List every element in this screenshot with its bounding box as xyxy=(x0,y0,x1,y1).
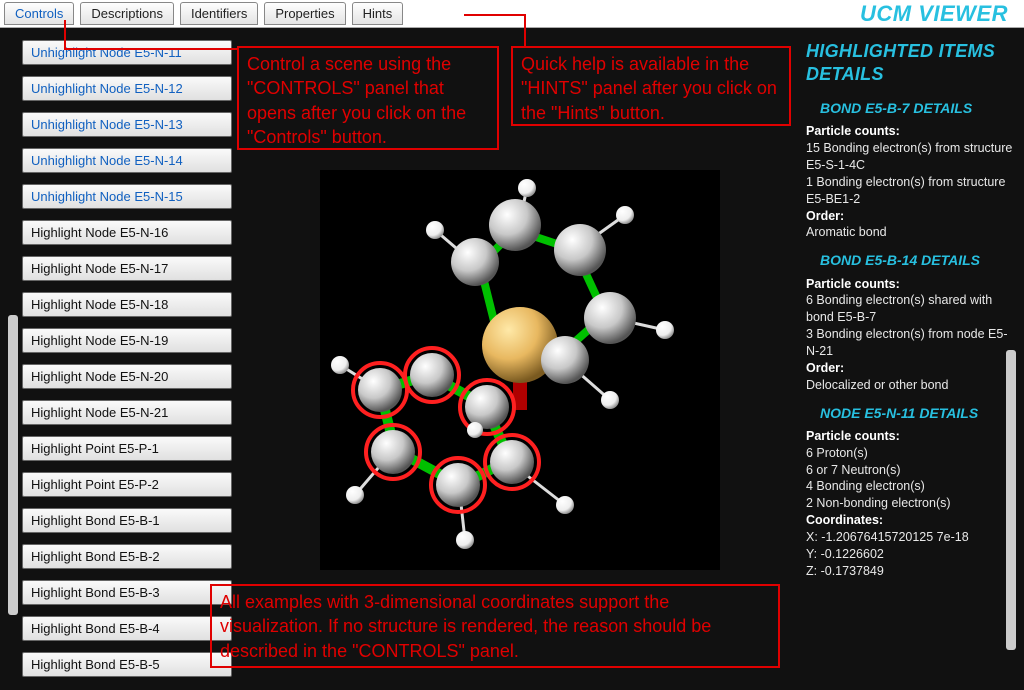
detail-block-bond7: Particle counts: 15 Bonding electron(s) … xyxy=(806,123,1016,241)
highlight-button[interactable]: Highlight Bond E5-B-3 xyxy=(22,580,232,605)
callout-line xyxy=(524,14,526,48)
tab-hints[interactable]: Hints xyxy=(352,2,404,25)
section-head-bond7: BOND E5-B-7 DETAILS xyxy=(806,99,1016,117)
callout-hints: Quick help is available in the "HINTS" p… xyxy=(511,46,791,126)
highlight-button[interactable]: Highlight Node E5-N-21 xyxy=(22,400,232,425)
app-title: UCM VIEWER xyxy=(860,1,1020,27)
highlight-button[interactable]: Highlight Node E5-N-20 xyxy=(22,364,232,389)
highlight-button[interactable]: Highlight Bond E5-B-2 xyxy=(22,544,232,569)
highlight-button[interactable]: Highlight Point E5-P-2 xyxy=(22,472,232,497)
highlight-button[interactable]: Unhighlight Node E5-N-13 xyxy=(22,112,232,137)
callout-line xyxy=(64,20,66,50)
highlight-button[interactable]: Highlight Node E5-N-17 xyxy=(22,256,232,281)
highlight-button[interactable]: Highlight Bond E5-B-1 xyxy=(22,508,232,533)
highlight-button[interactable]: Highlight Node E5-N-16 xyxy=(22,220,232,245)
highlight-button[interactable]: Highlight Bond E5-B-4 xyxy=(22,616,232,641)
section-head-node11: NODE E5-N-11 DETAILS xyxy=(806,404,1016,422)
section-head-bond14: BOND E5-B-14 DETAILS xyxy=(806,251,1016,269)
detail-block-bond14: Particle counts: 6 Bonding electron(s) s… xyxy=(806,276,1016,394)
details-title: HIGHLIGHTED ITEMS DETAILS xyxy=(806,40,1016,85)
highlight-button[interactable]: Unhighlight Node E5-N-12 xyxy=(22,76,232,101)
molecule-viewport[interactable] xyxy=(320,170,720,570)
highlight-button[interactable]: Unhighlight Node E5-N-15 xyxy=(22,184,232,209)
right-scrollbar[interactable] xyxy=(1006,350,1016,650)
left-panel: Unhighlight Node E5-N-11 Unhighlight Node… xyxy=(8,40,234,690)
highlight-button[interactable]: Highlight Point E5-P-1 xyxy=(22,436,232,461)
highlight-button[interactable]: Unhighlight Node E5-N-11 xyxy=(22,40,232,65)
highlight-button[interactable]: Unhighlight Node E5-N-14 xyxy=(22,148,232,173)
callout-line xyxy=(464,14,526,16)
highlight-button[interactable]: Highlight Node E5-N-19 xyxy=(22,328,232,353)
tab-identifiers[interactable]: Identifiers xyxy=(180,2,258,25)
highlight-button[interactable]: Highlight Bond E5-B-5 xyxy=(22,652,232,677)
highlight-button[interactable]: Highlight Node E5-N-18 xyxy=(22,292,232,317)
tab-properties[interactable]: Properties xyxy=(264,2,345,25)
tab-descriptions[interactable]: Descriptions xyxy=(80,2,174,25)
callout-controls: Control a scene using the "CONTROLS" pan… xyxy=(237,46,499,150)
left-scrollbar[interactable] xyxy=(8,315,18,615)
details-panel: HIGHLIGHTED ITEMS DETAILS BOND E5-B-7 DE… xyxy=(806,40,1016,690)
node-list: Unhighlight Node E5-N-11 Unhighlight Node… xyxy=(22,40,232,677)
callout-line xyxy=(64,48,238,50)
detail-block-node11: Particle counts: 6 Proton(s) 6 or 7 Neut… xyxy=(806,428,1016,580)
callout-visualization: All examples with 3-dimensional coordina… xyxy=(210,584,780,668)
